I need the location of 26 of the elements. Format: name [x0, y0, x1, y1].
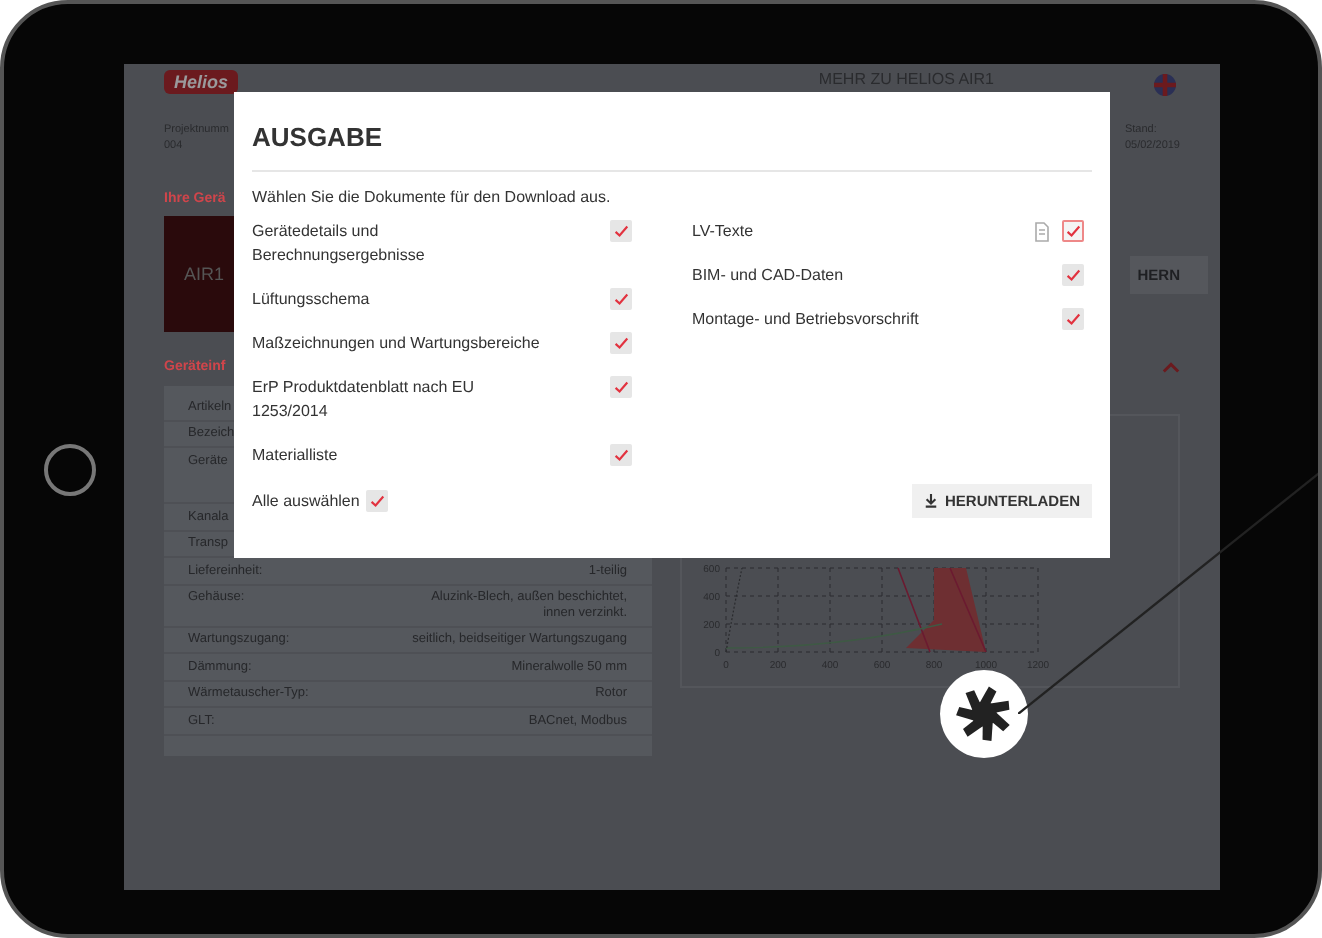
- document-icon[interactable]: [1034, 222, 1050, 242]
- checkbox[interactable]: [610, 220, 632, 242]
- checkbox[interactable]: [1062, 220, 1084, 242]
- option-label: Gerätedetails und Berechnungsergebnisse: [252, 220, 427, 268]
- option-label: LV-Texte: [692, 220, 756, 244]
- checkbox[interactable]: [1062, 264, 1084, 286]
- checkbox[interactable]: [610, 376, 632, 398]
- checkbox[interactable]: [1062, 308, 1084, 330]
- option-label: Materialliste: [252, 444, 340, 468]
- checkbox[interactable]: [610, 444, 632, 466]
- option-label: Montage- und Betriebsvorschrift: [692, 308, 921, 332]
- dialog-text: Wählen Sie die Dokumente für den Download aus.: [252, 188, 613, 206]
- select-all-label: Alle auswählen: [252, 489, 360, 513]
- checkbox[interactable]: [365, 490, 388, 512]
- checkbox[interactable]: [610, 332, 632, 354]
- option-label: ErP Produktdatenblatt nach EU 1253/2014: [252, 376, 477, 424]
- option-label: BIM- und CAD-Daten: [692, 264, 846, 288]
- dialog-title: AUSGABE: [252, 112, 1092, 172]
- option-label: Maßzeichnungen und Wartungsbereiche: [252, 332, 542, 356]
- option-label: Lüftungsschema: [252, 288, 372, 312]
- logo: Helios: [164, 70, 239, 94]
- checkbox[interactable]: [610, 288, 632, 310]
- download-icon: [923, 494, 937, 508]
- device-name: AIR1: [184, 264, 225, 284]
- fan-icon: [940, 670, 1028, 758]
- home-button[interactable]: [44, 444, 96, 496]
